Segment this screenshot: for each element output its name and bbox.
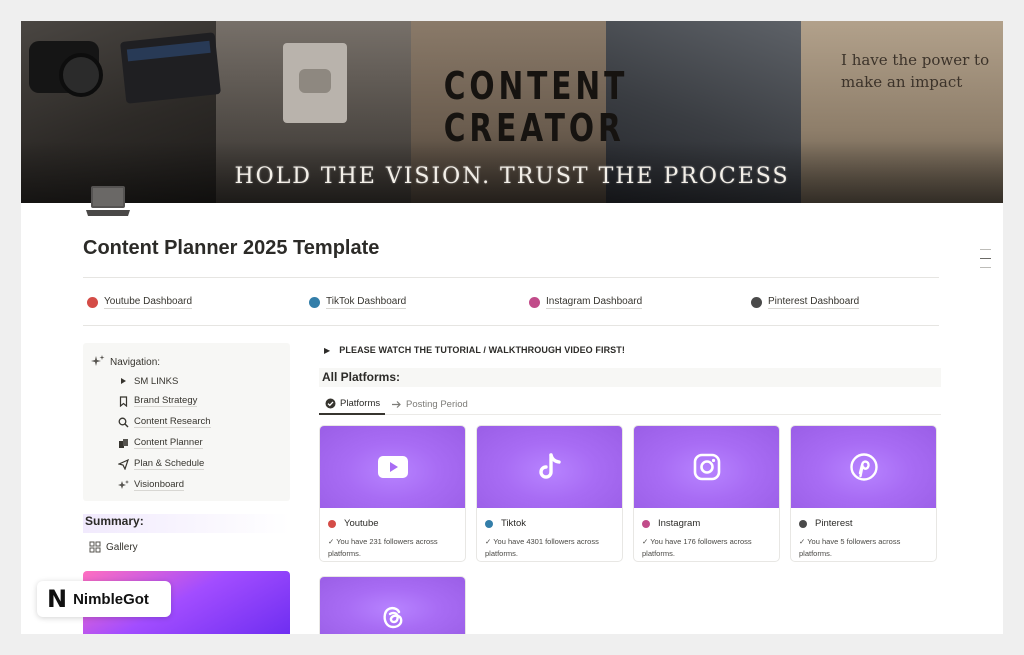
platform-card-threads[interactable] xyxy=(319,576,466,634)
card-title: Pinterest xyxy=(799,518,853,529)
bookmark-icon xyxy=(117,395,129,407)
card-cover xyxy=(791,426,936,508)
card-name: Youtube xyxy=(344,518,379,529)
tutorial-toggle-label: PLEASE WATCH THE TUTORIAL / WALKTHROUGH … xyxy=(339,345,625,355)
triangle-right-icon[interactable] xyxy=(117,375,129,387)
dashboard-label: Pinterest Dashboard xyxy=(768,296,860,309)
nimblegot-badge: N NimbleGot xyxy=(37,581,171,617)
platform-card-pinterest[interactable]: Pinterest ✓ You have 5 followers across … xyxy=(790,425,937,562)
laptop-illustration xyxy=(120,32,221,104)
nav-item-visionboard[interactable]: Visionboard xyxy=(117,479,185,491)
dashboard-label: Instagram Dashboard xyxy=(546,296,643,309)
cover-poster-text: CONTENT CREATOR xyxy=(443,64,629,149)
card-name: Pinterest xyxy=(815,518,853,529)
card-description: ✓ You have 5 followers across platforms. xyxy=(799,537,901,558)
poster-line-1: CONTENT xyxy=(443,64,629,108)
platform-card-instagram[interactable]: Instagram ✓ You have 176 followers acros… xyxy=(633,425,780,562)
summary-heading: Summary: xyxy=(83,514,290,533)
tab-label: Platforms xyxy=(340,397,381,409)
dashboard-label: TikTok Dashboard xyxy=(326,296,407,309)
nav-item-label: Plan & Schedule xyxy=(134,458,205,470)
arrow-right-icon xyxy=(392,400,401,408)
platform-card-youtube[interactable]: Youtube ✓ You have 231 followers across … xyxy=(319,425,466,562)
dark-dot-icon xyxy=(751,297,762,308)
view-tabs: Platforms Posting Period xyxy=(319,393,941,415)
navigation-box: Navigation: SM LINKS Brand Strategy Cont… xyxy=(83,343,290,501)
play-button-award-illustration xyxy=(283,43,347,123)
paper-plane-icon xyxy=(117,458,129,470)
youtube-icon xyxy=(377,456,408,478)
outline-marker[interactable] xyxy=(980,267,991,268)
instagram-icon xyxy=(693,453,720,481)
tab-platforms[interactable]: Platforms xyxy=(319,393,385,415)
nav-item-plan-schedule[interactable]: Plan & Schedule xyxy=(117,458,205,470)
nimblegot-logo-icon: N xyxy=(47,585,68,613)
red-dot-icon xyxy=(328,519,336,528)
tiktok-icon xyxy=(538,453,561,479)
card-description: ✓ You have 4301 followers across platfor… xyxy=(485,537,599,558)
sparkles-icon xyxy=(117,479,129,491)
card-cover xyxy=(634,426,779,508)
card-name: Instagram xyxy=(658,518,701,529)
cover-tagline: HOLD THE VISION. TRUST THE PROCESS xyxy=(234,164,790,189)
tiktok-dashboard-link[interactable]: TikTok Dashboard xyxy=(309,296,407,309)
navigation-heading-label: Navigation: xyxy=(110,356,161,368)
card-description: ✓ You have 231 followers across platform… xyxy=(328,537,438,558)
nav-item-label: Content Research xyxy=(134,416,211,428)
card-cover xyxy=(477,426,622,508)
nav-item-sm-links[interactable]: SM LINKS xyxy=(117,375,178,387)
outline-marker[interactable] xyxy=(980,249,991,250)
card-name: Tiktok xyxy=(501,518,526,529)
camera-illustration xyxy=(29,41,103,97)
divider xyxy=(83,325,939,326)
tab-posting-period[interactable]: Posting Period xyxy=(391,393,468,415)
nav-item-label: Content Planner xyxy=(134,437,203,449)
gallery-view-link[interactable]: Gallery xyxy=(89,541,138,553)
tutorial-toggle[interactable]: ▶ PLEASE WATCH THE TUTORIAL / WALKTHROUG… xyxy=(324,345,625,355)
all-platforms-heading: All Platforms: xyxy=(319,368,941,387)
card-title: Instagram xyxy=(642,518,700,529)
pink-dot-icon xyxy=(642,519,650,528)
divider xyxy=(83,277,939,278)
blue-dot-icon xyxy=(485,519,493,528)
cover-image: CONTENT CREATOR I have the power to make… xyxy=(21,21,1003,203)
card-title: Tiktok xyxy=(485,518,526,529)
pages-icon xyxy=(117,437,129,449)
gallery-label: Gallery xyxy=(106,541,138,553)
card-cover xyxy=(320,426,465,508)
cover-note-text: I have the power to make an impact xyxy=(841,51,990,91)
laptop-icon[interactable] xyxy=(85,185,131,219)
pinterest-icon xyxy=(849,453,878,481)
page-frame: CONTENT CREATOR I have the power to make… xyxy=(21,21,1003,634)
platform-card-tiktok[interactable]: Tiktok ✓ You have 4301 followers across … xyxy=(476,425,623,562)
nav-item-label: Brand Strategy xyxy=(134,395,198,407)
nav-item-label: SM LINKS xyxy=(134,375,179,387)
nav-item-label: Visionboard xyxy=(134,479,185,491)
nav-item-content-research[interactable]: Content Research xyxy=(117,416,211,428)
search-icon xyxy=(117,416,129,428)
navigation-heading: Navigation: xyxy=(91,355,160,369)
threads-icon xyxy=(382,606,402,629)
nimblegot-label: NimbleGot xyxy=(73,590,149,608)
card-cover xyxy=(320,577,465,634)
tab-label: Posting Period xyxy=(406,398,468,410)
red-dot-icon xyxy=(87,297,98,308)
nav-item-brand-strategy[interactable]: Brand Strategy xyxy=(117,395,198,407)
youtube-dashboard-link[interactable]: Youtube Dashboard xyxy=(87,296,193,309)
gallery-grid-icon xyxy=(89,541,101,553)
blue-dot-icon xyxy=(309,297,320,308)
triangle-right-icon[interactable]: ▶ xyxy=(324,346,330,355)
pink-dot-icon xyxy=(529,297,540,308)
instagram-dashboard-link[interactable]: Instagram Dashboard xyxy=(529,296,643,309)
pinterest-dashboard-link[interactable]: Pinterest Dashboard xyxy=(751,296,860,309)
card-description: ✓ You have 176 followers across platform… xyxy=(642,537,752,558)
card-title: Youtube xyxy=(328,518,379,529)
nav-item-content-planner[interactable]: Content Planner xyxy=(117,437,203,449)
outline-marker[interactable] xyxy=(980,258,991,259)
dashboard-label: Youtube Dashboard xyxy=(104,296,193,309)
check-circle-icon xyxy=(325,398,336,408)
dark-dot-icon xyxy=(799,519,807,528)
page-title: Content Planner 2025 Template xyxy=(83,237,380,259)
sparkles-icon xyxy=(91,355,105,366)
